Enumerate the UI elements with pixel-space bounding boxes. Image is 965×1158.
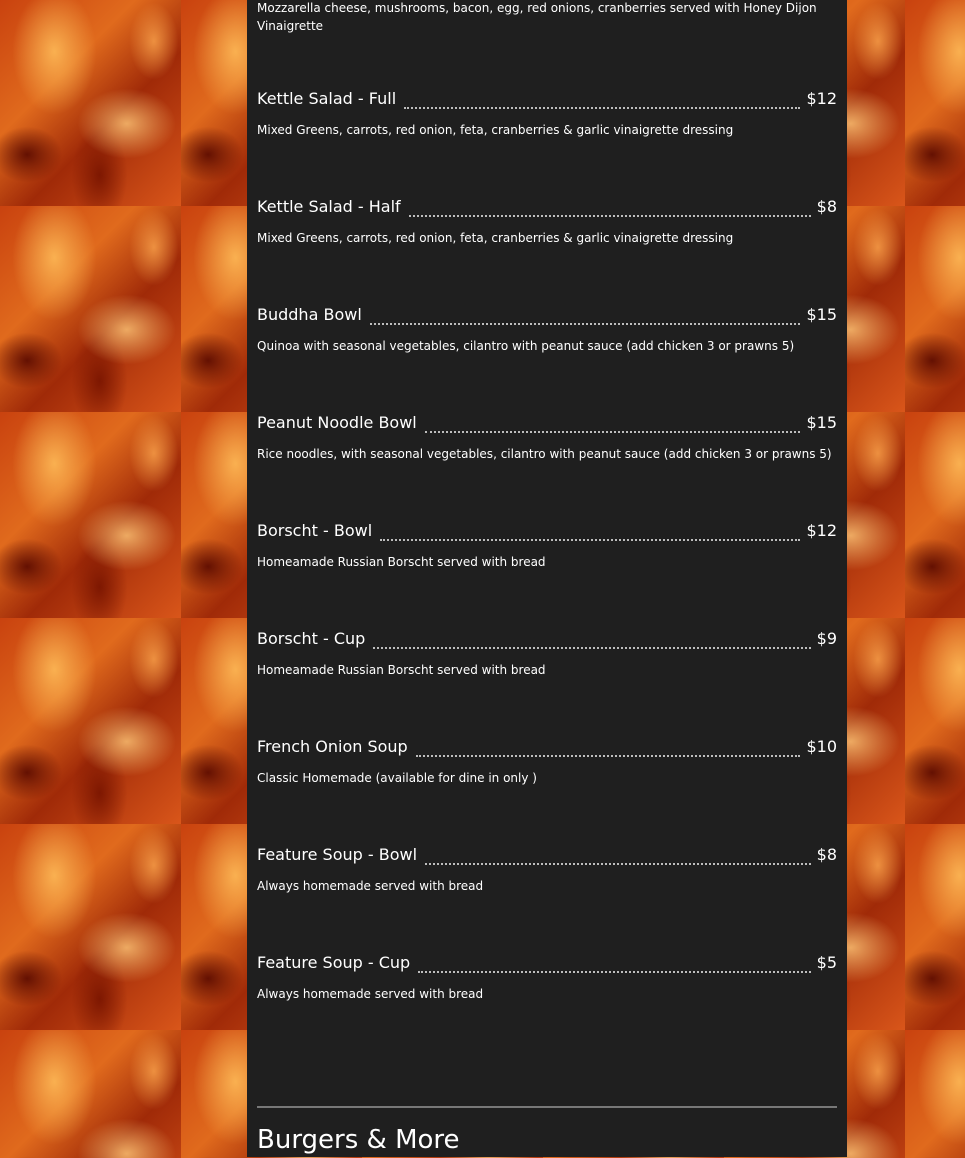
menu-item-header: Feature Soup - Bowl $8 bbox=[257, 845, 837, 869]
menu-item: Borscht - Bowl $12 Homeamade Russian Bor… bbox=[257, 521, 837, 570]
menu-item-price: $12 bbox=[806, 521, 837, 540]
dot-leader bbox=[380, 539, 801, 541]
dot-leader bbox=[424, 431, 801, 433]
menu-item: French Onion Soup $10 Classic Homemade (… bbox=[257, 737, 837, 786]
menu-item-header: Feature Soup - Cup $5 bbox=[257, 953, 837, 977]
section-title: Burgers & More bbox=[257, 1125, 460, 1155]
menu-item-name: French Onion Soup bbox=[257, 737, 408, 756]
section-divider bbox=[257, 1106, 837, 1108]
menu-item-price: $8 bbox=[816, 845, 837, 864]
menu-item: Kettle Salad - Half $8 Mixed Greens, car… bbox=[257, 197, 837, 246]
menu-item-price: $9 bbox=[816, 629, 837, 648]
menu-item-price: $12 bbox=[806, 89, 837, 108]
menu-item-price: $10 bbox=[806, 737, 837, 756]
menu-item-description: Always homemade served with bread bbox=[257, 879, 484, 893]
menu-page: { "intro_text": "Mozzarella cheese, mush… bbox=[0, 0, 965, 1157]
menu-item: Feature Soup - Bowl $8 Always homemade s… bbox=[257, 845, 837, 894]
dot-leader bbox=[369, 323, 801, 325]
menu-item-name: Kettle Salad - Full bbox=[257, 89, 397, 108]
menu-item: Buddha Bowl $15 Quinoa with seasonal veg… bbox=[257, 305, 837, 354]
menu-item-name: Borscht - Cup bbox=[257, 629, 366, 648]
menu-item-description: Always homemade served with bread bbox=[257, 987, 484, 1001]
menu-item-name: Peanut Noodle Bowl bbox=[257, 413, 417, 432]
menu-item-description: Mixed Greens, carrots, red onion, feta, … bbox=[257, 123, 734, 137]
menu-item-name: Feature Soup - Cup bbox=[257, 953, 411, 972]
menu-item-description: Homeamade Russian Borscht served with br… bbox=[257, 663, 546, 677]
dot-leader bbox=[415, 755, 801, 757]
menu-item-price: $8 bbox=[816, 197, 837, 216]
menu-item: Feature Soup - Cup $5 Always homemade se… bbox=[257, 953, 837, 1002]
menu-item-header: Kettle Salad - Full $12 bbox=[257, 89, 837, 113]
menu-item-name: Kettle Salad - Half bbox=[257, 197, 401, 216]
menu-item-description: Quinoa with seasonal vegetables, cilantr… bbox=[257, 339, 795, 353]
dot-leader bbox=[373, 647, 811, 649]
menu-item-name: Borscht - Bowl bbox=[257, 521, 373, 540]
menu-item-description: Classic Homemade (available for dine in … bbox=[257, 771, 537, 785]
menu-item-price: $15 bbox=[806, 305, 837, 324]
menu-item-description: Homeamade Russian Borscht served with br… bbox=[257, 555, 546, 569]
menu-item: Kettle Salad - Full $12 Mixed Greens, ca… bbox=[257, 89, 837, 138]
menu-item-header: Peanut Noodle Bowl $15 bbox=[257, 413, 837, 437]
menu-item-header: Borscht - Cup $9 bbox=[257, 629, 837, 653]
menu-item-description: Rice noodles, with seasonal vegetables, … bbox=[257, 447, 832, 461]
menu-item-header: Buddha Bowl $15 bbox=[257, 305, 837, 329]
menu-item-name: Feature Soup - Bowl bbox=[257, 845, 418, 864]
menu-item-name: Buddha Bowl bbox=[257, 305, 362, 324]
dot-leader bbox=[418, 971, 811, 973]
menu-panel: Mozzarella cheese, mushrooms, bacon, egg… bbox=[247, 0, 847, 1157]
menu-item-price: $5 bbox=[816, 953, 837, 972]
previous-item-description: Mozzarella cheese, mushrooms, bacon, egg… bbox=[257, 1, 817, 33]
dot-leader bbox=[425, 863, 811, 865]
dot-leader bbox=[408, 215, 811, 217]
menu-item-description: Mixed Greens, carrots, red onion, feta, … bbox=[257, 231, 734, 245]
menu-item-header: Borscht - Bowl $12 bbox=[257, 521, 837, 545]
menu-item: Borscht - Cup $9 Homeamade Russian Borsc… bbox=[257, 629, 837, 678]
menu-item-header: French Onion Soup $10 bbox=[257, 737, 837, 761]
menu-item-header: Kettle Salad - Half $8 bbox=[257, 197, 837, 221]
menu-item: Peanut Noodle Bowl $15 Rice noodles, wit… bbox=[257, 413, 837, 462]
dot-leader bbox=[404, 107, 801, 109]
menu-item-price: $15 bbox=[806, 413, 837, 432]
